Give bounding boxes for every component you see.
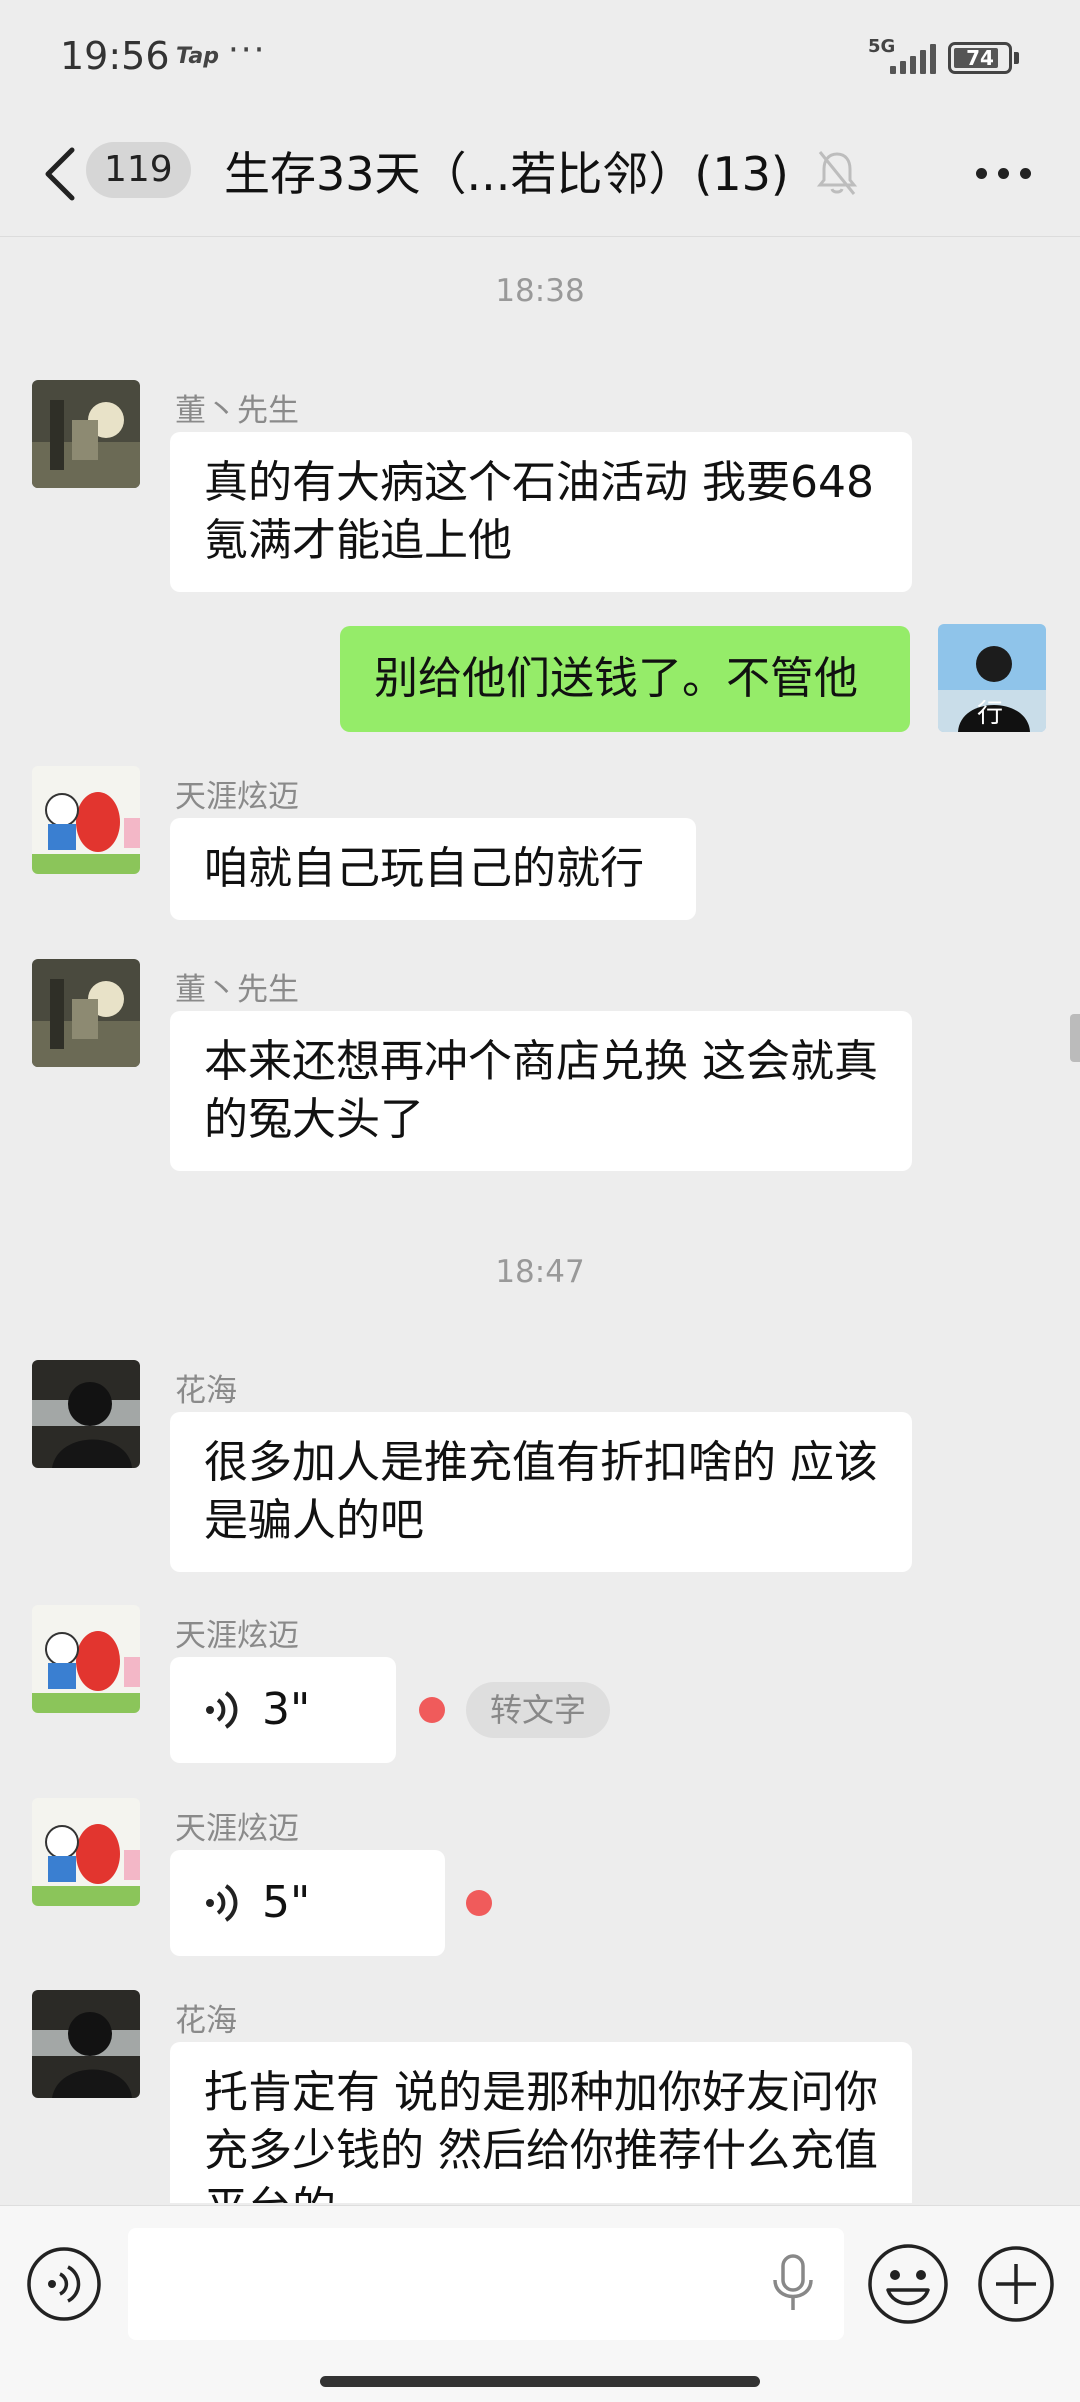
bell-off-icon (816, 151, 858, 195)
chat-header: 119 生存33天（...若比邻）(13) (0, 118, 1080, 237)
unread-dot (419, 1697, 445, 1723)
app-tag: Tap (176, 44, 219, 69)
sender-name: 花海 (175, 2003, 237, 2039)
message-bubble[interactable]: 本来还想再冲个商店兑换 这会就真的冤大头了 (170, 1011, 912, 1171)
message-list[interactable]: 18:38 董丶先生 真的有大病这个石油活动 我要648氪满才能追上他 别给他们… (0, 237, 1080, 2203)
svg-text:行: 行 (977, 699, 1003, 729)
status-bar: 19:56 Tap ··· 5G 74 (0, 0, 1080, 118)
sender-name: 天涯炫迈 (175, 779, 299, 815)
timestamp: 18:38 (495, 273, 585, 309)
sender-name: 董丶先生 (175, 393, 299, 429)
convert-to-text-button[interactable]: 转文字 (466, 1682, 611, 1738)
more-dots-icon[interactable] (976, 168, 1032, 180)
voice-message-bubble[interactable]: 5" (170, 1850, 445, 1956)
battery-level: 74 (966, 46, 994, 70)
message-bubble[interactable]: 托肯定有 说的是那种加你好友问你充多少钱的 然后给你推荐什么充值平台的 (170, 2042, 912, 2203)
voice-duration: 3" (262, 1684, 311, 1735)
scroll-indicator[interactable] (1070, 1014, 1080, 1062)
sender-name: 董丶先生 (175, 972, 299, 1008)
avatar-self[interactable]: 行 (938, 624, 1046, 732)
avatar[interactable] (32, 766, 140, 874)
unread-count-badge[interactable]: 119 (86, 142, 191, 198)
timestamp: 18:47 (495, 1254, 585, 1290)
voice-message-bubble[interactable]: 3" (170, 1657, 396, 1763)
message-bubble-self[interactable]: 别给他们送钱了。不管他 (340, 626, 910, 732)
chat-title: 生存33天（...若比邻）(13) (224, 147, 789, 201)
avatar[interactable] (32, 380, 140, 488)
message-bubble[interactable]: 咱就自己玩自己的就行 (170, 818, 696, 920)
status-time: 19:56 (60, 34, 170, 78)
avatar[interactable] (32, 1798, 140, 1906)
emoji-icon[interactable] (866, 2242, 950, 2326)
voice-wave-icon (206, 1884, 238, 1922)
avatar[interactable] (32, 1360, 140, 1468)
message-input[interactable] (128, 2228, 844, 2340)
avatar[interactable] (32, 959, 140, 1067)
unread-dot (466, 1890, 492, 1916)
sender-name: 花海 (175, 1373, 237, 1409)
microphone-icon[interactable] (768, 2254, 818, 2312)
message-bubble[interactable]: 很多加人是推充值有折扣啥的 应该是骗人的吧 (170, 1412, 912, 1572)
home-indicator[interactable] (320, 2376, 760, 2387)
voice-input-icon[interactable] (26, 2246, 102, 2322)
signal-icon (890, 44, 936, 74)
plus-icon[interactable] (976, 2244, 1056, 2324)
avatar[interactable] (32, 1605, 140, 1713)
avatar[interactable] (32, 1990, 140, 2098)
status-more-dots: ··· (228, 30, 267, 70)
chevron-left-icon[interactable] (40, 144, 80, 204)
input-bar (0, 2205, 1080, 2402)
voice-wave-icon (206, 1691, 238, 1729)
sender-name: 天涯炫迈 (175, 1811, 299, 1847)
voice-duration: 5" (262, 1877, 311, 1928)
battery-icon: 74 (948, 42, 1012, 74)
sender-name: 天涯炫迈 (175, 1618, 299, 1654)
message-bubble[interactable]: 真的有大病这个石油活动 我要648氪满才能追上他 (170, 432, 912, 592)
